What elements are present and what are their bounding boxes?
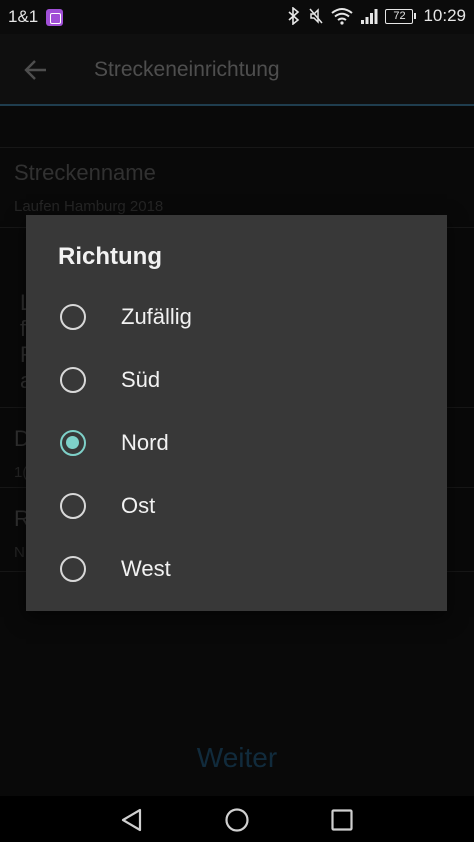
radio-button[interactable] bbox=[60, 304, 86, 330]
app-notification-icon bbox=[46, 8, 64, 26]
radio-button[interactable] bbox=[60, 556, 86, 582]
radio-button[interactable] bbox=[60, 493, 86, 519]
recents-square-icon[interactable] bbox=[328, 806, 356, 834]
option-label: Ost bbox=[121, 493, 156, 518]
bluetooth-icon bbox=[288, 7, 300, 25]
radio-button[interactable] bbox=[60, 367, 86, 393]
home-circle-icon[interactable] bbox=[223, 806, 251, 834]
option-west[interactable]: West bbox=[26, 537, 447, 600]
radio-button-checked[interactable] bbox=[60, 430, 86, 456]
system-nav-bar bbox=[0, 796, 474, 842]
option-zufaellig[interactable]: Zufällig bbox=[26, 285, 447, 348]
carrier-label: 1&1 bbox=[8, 7, 39, 26]
status-left: 1&1 bbox=[8, 7, 64, 27]
direction-dialog: Richtung Zufällig Süd Nord Ost West bbox=[26, 215, 447, 611]
back-triangle-icon[interactable] bbox=[118, 806, 146, 834]
option-ost[interactable]: Ost bbox=[26, 474, 447, 537]
option-sued[interactable]: Süd bbox=[26, 348, 447, 411]
option-label: Nord bbox=[121, 430, 169, 455]
option-label: West bbox=[121, 556, 171, 581]
battery-icon: 72 bbox=[385, 8, 417, 24]
clock: 10:29 bbox=[423, 6, 466, 25]
wifi-icon bbox=[331, 8, 354, 25]
status-right: 72 10:29 bbox=[287, 6, 466, 26]
status-bar: 1&1 72 10:29 bbox=[0, 0, 474, 34]
dialog-title: Richtung bbox=[58, 243, 162, 270]
option-label: Süd bbox=[121, 367, 161, 392]
mute-icon bbox=[309, 8, 324, 24]
option-nord[interactable]: Nord bbox=[26, 411, 447, 474]
option-label: Zufällig bbox=[121, 304, 192, 329]
battery-level: 72 bbox=[385, 8, 414, 24]
signal-icon bbox=[361, 9, 378, 24]
